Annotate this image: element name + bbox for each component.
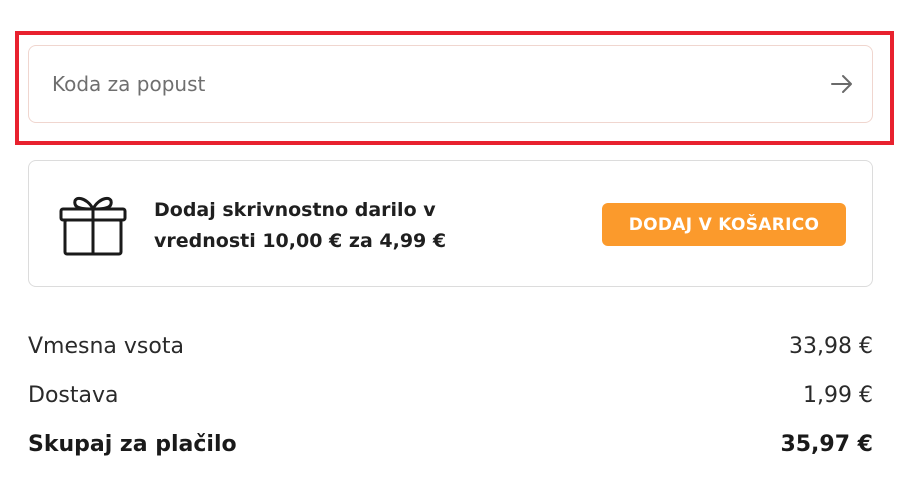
subtotal-label: Vmesna vsota — [28, 334, 184, 359]
total-value: 35,97 € — [780, 432, 873, 457]
subtotal-row: Vmesna vsota 33,98 € — [28, 322, 873, 371]
discount-code-input[interactable] — [29, 46, 812, 122]
shipping-value: 1,99 € — [803, 383, 873, 408]
apply-discount-button[interactable] — [812, 46, 872, 122]
gift-icon — [59, 196, 127, 256]
total-label: Skupaj za plačilo — [28, 432, 237, 457]
gift-offer-line-2: vrednosti 10,00 € za 4,99 € — [154, 230, 447, 252]
shipping-label: Dostava — [28, 383, 119, 408]
add-to-cart-button[interactable]: DODAJ V KOŠARICO — [602, 203, 846, 246]
shipping-row: Dostava 1,99 € — [28, 371, 873, 420]
arrow-right-icon — [831, 75, 852, 93]
cart-summary-page: Dodaj skrivnostno darilo v vrednosti 10,… — [0, 0, 900, 497]
total-row: Skupaj za plačilo 35,97 € — [28, 420, 873, 469]
mystery-gift-card: Dodaj skrivnostno darilo v vrednosti 10,… — [28, 160, 873, 287]
subtotal-value: 33,98 € — [789, 334, 873, 359]
gift-offer-text: Dodaj skrivnostno darilo v vrednosti 10,… — [154, 195, 484, 257]
order-summary: Vmesna vsota 33,98 € Dostava 1,99 € Skup… — [28, 322, 873, 469]
gift-offer-line-1: Dodaj skrivnostno darilo v — [154, 199, 436, 221]
discount-code-field[interactable] — [28, 45, 873, 123]
